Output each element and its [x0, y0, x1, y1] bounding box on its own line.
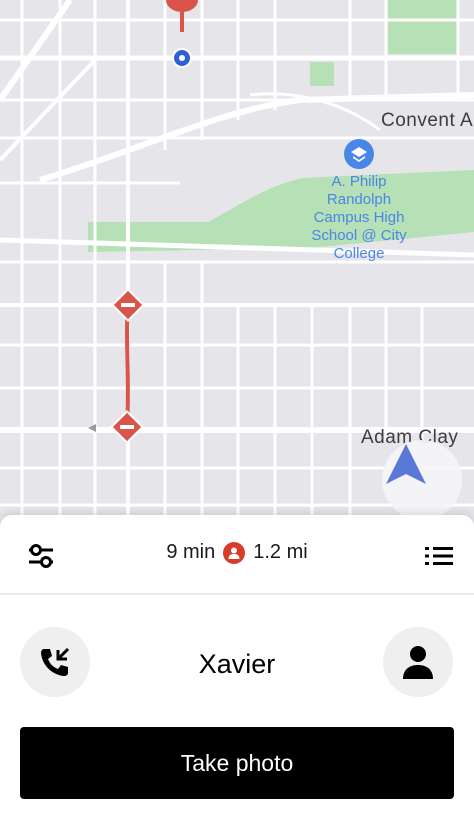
trip-summary: 9 min 1.2 mi: [0, 541, 474, 564]
person-icon: [403, 646, 433, 679]
poi-name-line: Campus High: [313, 209, 405, 226]
trip-distance: 1.2 mi: [253, 541, 308, 563]
trip-summary-bar: 9 min 1.2 mi: [0, 515, 474, 595]
trip-duration: 9 min: [166, 541, 216, 563]
park-area: [388, 0, 458, 54]
trip-list-button[interactable]: [422, 539, 456, 573]
poi-label[interactable]: A. Philip Randolph Campus High School @ …: [284, 173, 434, 263]
map-view[interactable]: Convent A Adam Clay A. Philip Randolph C…: [0, 0, 474, 530]
rider-icon: [223, 541, 246, 564]
poi-name-line: College: [333, 245, 385, 262]
street-label: Convent A: [381, 110, 474, 131]
trip-bottom-sheet: 9 min 1.2 mi Xavier Take photo: [0, 515, 474, 819]
recenter-navigation-button[interactable]: [382, 440, 462, 520]
school-icon: [344, 139, 374, 169]
park-area: [310, 62, 334, 86]
list-icon: [425, 547, 453, 565]
poi-name-line: A. Philip: [331, 173, 387, 190]
navigation-arrow-icon: [386, 444, 426, 484]
rider-profile-button[interactable]: [383, 627, 453, 697]
poi-name-line: School @ City: [311, 227, 407, 244]
take-photo-button[interactable]: Take photo: [20, 727, 454, 799]
pickup-location-marker[interactable]: [172, 48, 192, 68]
poi-name-line: Randolph: [326, 191, 392, 208]
